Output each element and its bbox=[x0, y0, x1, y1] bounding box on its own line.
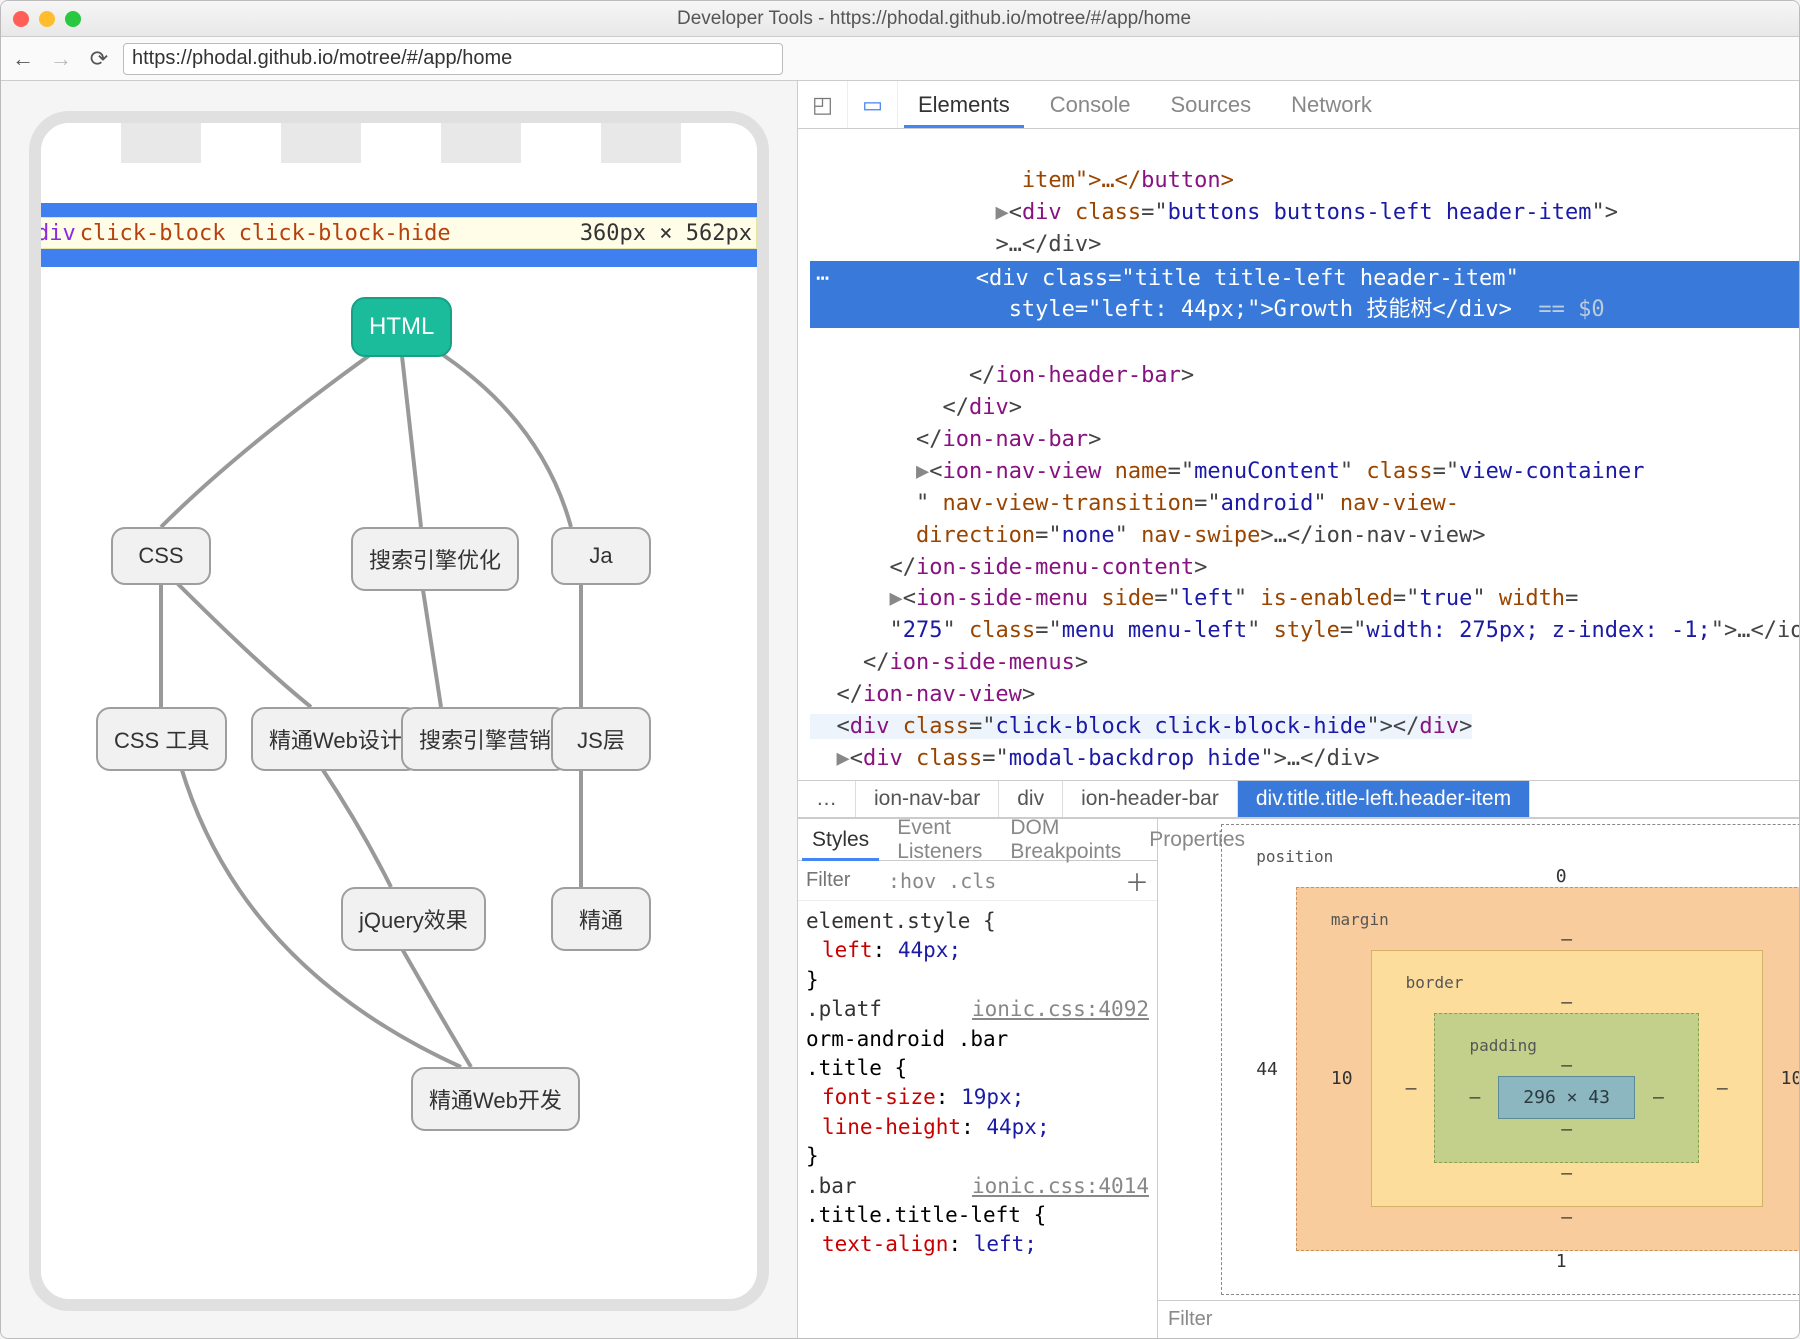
window-title: Developer Tools - https://phodal.github.… bbox=[81, 8, 1787, 30]
tree-node-root[interactable]: HTML bbox=[351, 297, 452, 357]
border-right: – bbox=[1717, 1078, 1728, 1099]
tree-node[interactable]: CSS 工具 bbox=[96, 707, 227, 771]
margin-bottom: – bbox=[1331, 1207, 1799, 1228]
tree-node[interactable]: jQuery效果 bbox=[341, 887, 486, 951]
tree-node[interactable]: Ja bbox=[551, 527, 651, 585]
add-rule-icon[interactable]: ＋ bbox=[1125, 863, 1149, 898]
tab-event-listeners[interactable]: Event Listeners bbox=[883, 819, 996, 860]
inspect-tooltip: div click-block click-block-hide 360px ×… bbox=[31, 217, 757, 249]
breadcrumb-item[interactable]: … bbox=[798, 781, 856, 817]
styles-filter-input[interactable] bbox=[806, 869, 876, 892]
boxmodel-diagram[interactable]: position 0 44 margin – 10 bbox=[1158, 819, 1799, 1300]
tree-node[interactable]: 搜索引擎优化 bbox=[351, 527, 519, 591]
margin-label: margin bbox=[1331, 910, 1799, 929]
inspect-icon[interactable]: ◰ bbox=[798, 81, 848, 128]
boxmodel-panel: position 0 44 margin – 10 bbox=[1158, 819, 1799, 1338]
margin-top: – bbox=[1331, 929, 1799, 950]
selected-element-row[interactable]: ⋯ <div class="title title-left header-it… bbox=[810, 261, 1799, 329]
padding-left: – bbox=[1469, 1087, 1480, 1108]
tree-node[interactable]: 搜索引擎营销 bbox=[401, 707, 569, 771]
device-preview-pane: div click-block click-block-hide 360px ×… bbox=[1, 81, 797, 1338]
tree-node[interactable]: 精通Web设计 bbox=[251, 707, 420, 771]
tab-dom-breakpoints[interactable]: DOM Breakpoints bbox=[996, 819, 1135, 860]
breadcrumb: … ion-nav-bar div ion-header-bar div.tit… bbox=[798, 780, 1799, 818]
styles-panel: Styles Event Listeners DOM Breakpoints P… bbox=[798, 819, 1158, 1338]
tooltip-classes: click-block click-block-hide bbox=[80, 221, 451, 246]
tree-node[interactable]: 精通 bbox=[551, 887, 651, 951]
margin-right: 10 bbox=[1781, 1068, 1799, 1089]
window-titlebar: Developer Tools - https://phodal.github.… bbox=[1, 1, 1799, 37]
forward-button[interactable]: → bbox=[47, 45, 75, 73]
styles-tabs: Styles Event Listeners DOM Breakpoints P… bbox=[798, 819, 1157, 861]
tree-node[interactable]: CSS bbox=[111, 527, 211, 585]
elements-tree[interactable]: item">…</button> ▶<div class="buttons bu… bbox=[798, 129, 1799, 780]
tab-sources[interactable]: Sources bbox=[1150, 81, 1271, 128]
css-rules[interactable]: element.style { left: 44px; } .platfioni… bbox=[798, 901, 1157, 1338]
padding-label: padding bbox=[1469, 1036, 1663, 1055]
tooltip-dims: 360px × 562px bbox=[580, 221, 752, 246]
tab-network[interactable]: Network bbox=[1271, 81, 1392, 128]
padding-right: – bbox=[1653, 1087, 1664, 1108]
maximize-icon[interactable] bbox=[65, 11, 81, 27]
breadcrumb-item-active[interactable]: div.title.title-left.header-item bbox=[1238, 781, 1530, 817]
margin-left: 10 bbox=[1331, 1068, 1353, 1089]
content-size: 296 × 43 bbox=[1498, 1076, 1635, 1119]
url-text: https://phodal.github.io/motree/#/app/ho… bbox=[132, 47, 512, 70]
cls-toggle[interactable]: .cls bbox=[948, 869, 996, 893]
tooltip-tag: div bbox=[36, 221, 76, 246]
pos-left: 44 bbox=[1256, 1059, 1278, 1080]
skill-tree-canvas[interactable]: HTML CSS 搜索引擎优化 Ja CSS 工具 精通Web设计 搜索引擎营销… bbox=[41, 267, 757, 1267]
tab-console[interactable]: Console bbox=[1030, 81, 1151, 128]
tree-node[interactable]: JS层 bbox=[551, 707, 651, 771]
close-icon[interactable] bbox=[13, 11, 29, 27]
computed-footer: Filter Show all bbox=[1158, 1300, 1799, 1338]
padding-bottom: – bbox=[1469, 1119, 1663, 1140]
padding-top: – bbox=[1469, 1055, 1663, 1076]
breadcrumb-item[interactable]: ion-header-bar bbox=[1063, 781, 1238, 817]
tree-node[interactable]: 精通Web开发 bbox=[411, 1067, 580, 1131]
back-button[interactable]: ← bbox=[9, 45, 37, 73]
pos-bottom: 1 bbox=[1256, 1251, 1799, 1272]
border-bottom: – bbox=[1406, 1163, 1728, 1184]
minimize-icon[interactable] bbox=[39, 11, 55, 27]
tab-elements[interactable]: Elements bbox=[898, 81, 1030, 128]
pos-top: 0 bbox=[1256, 866, 1799, 887]
computed-filter-label[interactable]: Filter bbox=[1168, 1308, 1212, 1331]
status-bar bbox=[41, 123, 757, 163]
breadcrumb-item[interactable]: div bbox=[999, 781, 1063, 817]
devtools-tabs: ◰ ▭ Elements Console Sources Network » ✕… bbox=[798, 81, 1799, 129]
browser-toolbar: ← → ⟳ https://phodal.github.io/motree/#/… bbox=[1, 37, 1799, 81]
hov-toggle[interactable]: :hov bbox=[888, 869, 936, 893]
border-top: – bbox=[1406, 992, 1728, 1013]
devtools-panel: ◰ ▭ Elements Console Sources Network » ✕… bbox=[797, 81, 1799, 1338]
device-mode-icon[interactable]: ▭ bbox=[848, 81, 898, 128]
reload-button[interactable]: ⟳ bbox=[85, 45, 113, 73]
styles-filterbar: :hov .cls ＋ bbox=[798, 861, 1157, 901]
border-label: border bbox=[1406, 973, 1728, 992]
tab-styles[interactable]: Styles bbox=[798, 819, 883, 860]
border-left: – bbox=[1406, 1078, 1417, 1099]
device-frame: div click-block click-block-hide 360px ×… bbox=[29, 111, 769, 1311]
pos-label: position bbox=[1256, 847, 1799, 866]
url-input[interactable]: https://phodal.github.io/motree/#/app/ho… bbox=[123, 43, 783, 75]
breadcrumb-item[interactable]: ion-nav-bar bbox=[856, 781, 999, 817]
